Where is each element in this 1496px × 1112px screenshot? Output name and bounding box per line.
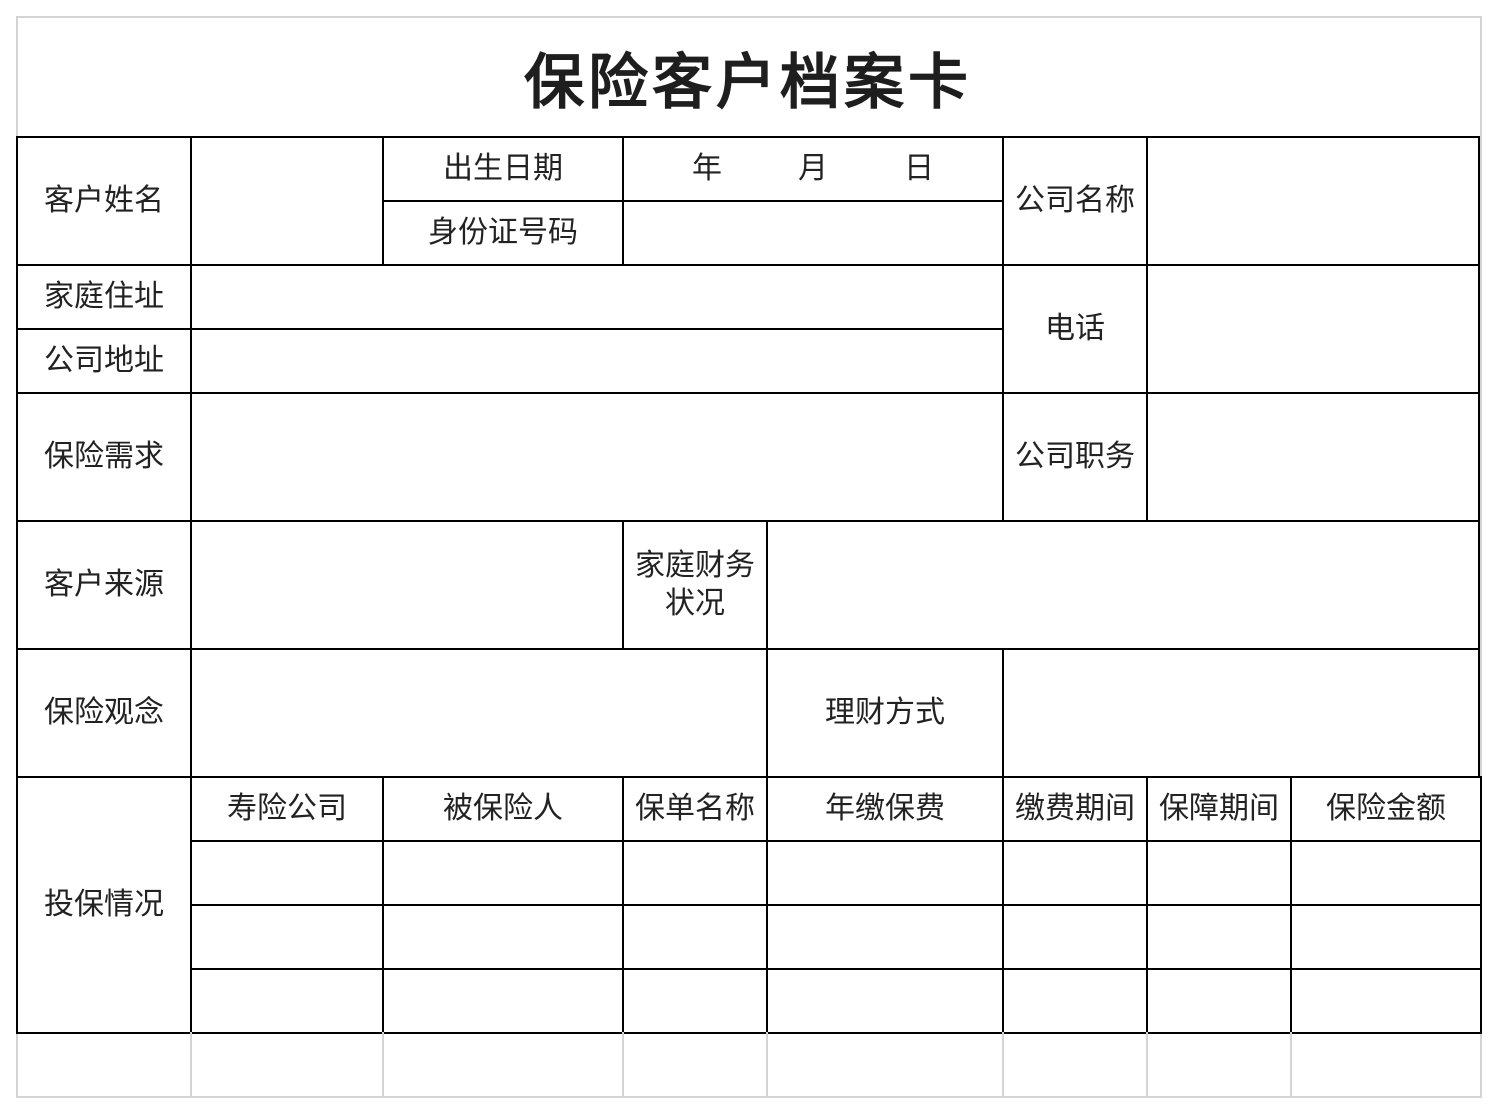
label-birth-date: 出生日期 <box>382 136 624 202</box>
family-finance-field[interactable] <box>766 520 1480 650</box>
policy-cell-insured-person[interactable] <box>382 840 624 906</box>
insurance-concept-field[interactable] <box>190 648 768 778</box>
label-family-finance: 家庭财务 状况 <box>622 520 768 650</box>
label-financial-method: 理财方式 <box>766 648 1004 778</box>
customer-name-field[interactable] <box>190 136 384 266</box>
policy-cell-life-insurer[interactable] <box>190 840 384 906</box>
sheet-gridline <box>190 1032 192 1096</box>
policy-cell-annual-premium[interactable] <box>766 840 1004 906</box>
policy-cell-insured-person[interactable] <box>382 904 624 970</box>
policy-cell-annual-premium[interactable] <box>766 904 1004 970</box>
policy-cell-policy-name[interactable] <box>622 968 768 1034</box>
label-company-position: 公司职务 <box>1002 392 1148 522</box>
header-insured-amount: 保险金额 <box>1290 776 1482 842</box>
company-address-field[interactable] <box>190 328 1004 394</box>
label-insurance-needs: 保险需求 <box>16 392 192 522</box>
header-annual-premium: 年缴保费 <box>766 776 1004 842</box>
policy-cell-life-insurer[interactable] <box>190 904 384 970</box>
policy-cell-payment-period[interactable] <box>1002 840 1148 906</box>
year-label: 年 <box>692 151 722 186</box>
header-payment-period: 缴费期间 <box>1002 776 1148 842</box>
policy-cell-payment-period[interactable] <box>1002 968 1148 1034</box>
label-company-name: 公司名称 <box>1002 136 1148 266</box>
policy-cell-policy-name[interactable] <box>622 840 768 906</box>
policy-cell-policy-name[interactable] <box>622 904 768 970</box>
company-position-field[interactable] <box>1146 392 1480 522</box>
page-title: 保险客户档案卡 <box>524 47 972 118</box>
day-label: 日 <box>904 151 934 186</box>
id-number-field[interactable] <box>622 200 1004 266</box>
label-id-number: 身份证号码 <box>382 200 624 266</box>
home-address-field[interactable] <box>190 264 1004 330</box>
header-coverage-period: 保障期间 <box>1146 776 1292 842</box>
sheet-gridline <box>1290 1032 1292 1096</box>
policy-cell-payment-period[interactable] <box>1002 904 1148 970</box>
header-insured-person: 被保险人 <box>382 776 624 842</box>
sheet-gridline <box>1002 1032 1004 1096</box>
policy-cell-coverage-period[interactable] <box>1146 904 1292 970</box>
policy-cell-annual-premium[interactable] <box>766 968 1004 1034</box>
month-label: 月 <box>798 151 828 186</box>
title-row: 保险客户档案卡 <box>16 18 1480 136</box>
policy-cell-insured-amount[interactable] <box>1290 904 1482 970</box>
sheet-gridline <box>382 1032 384 1096</box>
label-customer-source: 客户来源 <box>16 520 192 650</box>
policy-cell-coverage-period[interactable] <box>1146 968 1292 1034</box>
label-home-address: 家庭住址 <box>16 264 192 330</box>
sheet-gridline <box>622 1032 624 1096</box>
label-policy-status: 投保情况 <box>16 776 192 1034</box>
customer-source-field[interactable] <box>190 520 624 650</box>
label-company-address: 公司地址 <box>16 328 192 394</box>
label-insurance-concept: 保险观念 <box>16 648 192 778</box>
header-life-insurer: 寿险公司 <box>190 776 384 842</box>
birth-date-field[interactable]: 年 月 日 <box>622 136 1004 202</box>
company-name-field[interactable] <box>1146 136 1480 266</box>
sheet-gridline <box>1146 1032 1148 1096</box>
label-customer-name: 客户姓名 <box>16 136 192 266</box>
label-phone: 电话 <box>1002 264 1148 394</box>
sheet-gridline <box>766 1032 768 1096</box>
insurance-needs-field[interactable] <box>190 392 1004 522</box>
policy-cell-insured-amount[interactable] <box>1290 840 1482 906</box>
policy-cell-life-insurer[interactable] <box>190 968 384 1034</box>
financial-method-field[interactable] <box>1002 648 1480 778</box>
policy-cell-coverage-period[interactable] <box>1146 840 1292 906</box>
phone-field[interactable] <box>1146 264 1480 394</box>
header-policy-name: 保单名称 <box>622 776 768 842</box>
policy-cell-insured-person[interactable] <box>382 968 624 1034</box>
policy-cell-insured-amount[interactable] <box>1290 968 1482 1034</box>
label-family-finance-text: 家庭财务 状况 <box>635 548 755 621</box>
